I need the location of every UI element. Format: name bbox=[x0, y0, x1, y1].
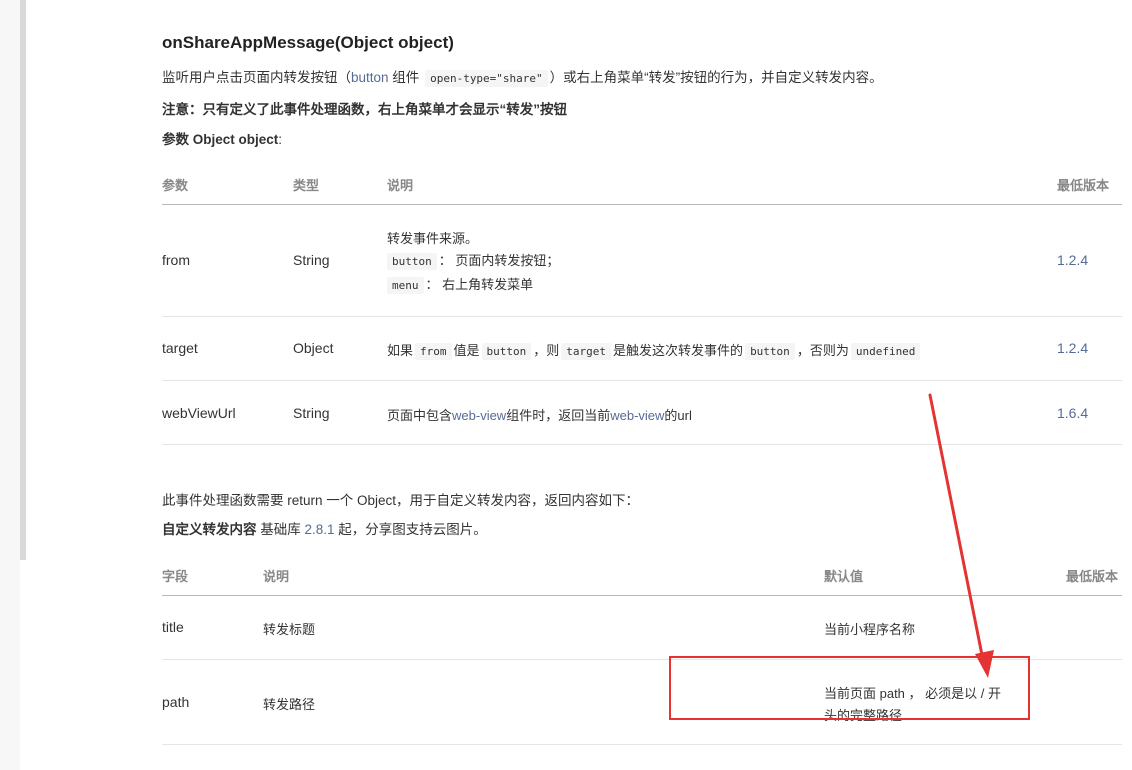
web-view-link[interactable]: web-view bbox=[610, 408, 664, 423]
inline-code: undefined bbox=[850, 343, 921, 360]
col-header-field: 字段 bbox=[162, 569, 189, 584]
custom-share-text: 起，分享图支持云图片。 bbox=[334, 522, 487, 537]
param-version: 1.2.4 bbox=[1057, 252, 1089, 268]
table-header-divider bbox=[162, 595, 1122, 596]
custom-share-paragraph: 自定义转发内容 基础库 2.8.1 起，分享图支持云图片。 bbox=[162, 518, 487, 538]
intro-text: 组件 bbox=[388, 70, 420, 85]
method-title: onShareAppMessage(Object object) bbox=[162, 33, 454, 52]
open-type-code: open-type="share" bbox=[425, 70, 548, 87]
col-header-type: 类型 bbox=[293, 178, 320, 193]
inline-code: menu bbox=[387, 277, 424, 294]
col-header-desc: 说明 bbox=[263, 569, 290, 584]
param-version: 1.2.4 bbox=[1057, 340, 1089, 356]
param-desc-line: 转发事件来源。 bbox=[387, 231, 479, 246]
param-desc: 如果 from 值是 button ，则 target 是触发这次转发事件的 button ，否… bbox=[387, 340, 922, 360]
row-divider bbox=[162, 744, 1122, 745]
field-name: title bbox=[162, 619, 184, 635]
intro-text: 监听用户点击页面内转发按钮（ bbox=[162, 70, 351, 85]
field-desc: 转发路径 bbox=[263, 697, 316, 712]
inline-code: button bbox=[387, 253, 437, 270]
col-header-version: 最低版本 bbox=[1057, 178, 1110, 193]
inline-code: from bbox=[415, 343, 452, 360]
param-desc-text: ： 页面内转发按钮； bbox=[438, 253, 560, 268]
custom-share-label: 自定义转发内容 bbox=[162, 522, 257, 537]
params-heading-colon: : bbox=[278, 132, 283, 147]
field-default: 当前小程序名称 bbox=[824, 622, 916, 637]
params-heading-label: 参数 Object object bbox=[162, 132, 279, 147]
field-desc: 转发标题 bbox=[263, 622, 316, 637]
param-type: String bbox=[293, 405, 330, 421]
param-desc-text: 页面中包含 bbox=[387, 408, 453, 423]
param-desc: 页面中包含web-view组件时，返回当前web-view的url bbox=[387, 405, 692, 424]
param-name: from bbox=[162, 252, 190, 268]
annotation-arrow-shaft bbox=[928, 393, 985, 662]
param-name: webViewUrl bbox=[162, 405, 236, 421]
inline-code: target bbox=[561, 343, 612, 360]
button-component-link[interactable]: button bbox=[351, 70, 389, 85]
param-desc-text: ，则 bbox=[533, 343, 560, 358]
intro-paragraph: 监听用户点击页面内转发按钮（button 组件 open-type="share… bbox=[162, 66, 883, 87]
col-header-version: 最低版本 bbox=[1066, 569, 1119, 584]
row-divider bbox=[162, 316, 1122, 317]
param-desc-text: 值是 bbox=[453, 343, 480, 358]
param-desc-text: ，否则为 bbox=[796, 343, 849, 358]
return-paragraph: 此事件处理函数需要 return 一个 Object，用于自定义转发内容，返回内… bbox=[162, 493, 640, 508]
params-heading: 参数 Object object: bbox=[162, 128, 282, 148]
table-header-divider bbox=[162, 204, 1122, 205]
annotation-highlight-box bbox=[669, 656, 1030, 720]
param-name: target bbox=[162, 340, 198, 356]
param-type: String bbox=[293, 252, 330, 268]
row-divider bbox=[162, 444, 1122, 445]
param-desc-line: button： 页面内转发按钮； bbox=[387, 250, 560, 270]
param-desc-text: 的url bbox=[664, 408, 692, 423]
web-view-link[interactable]: web-view bbox=[452, 408, 506, 423]
param-version: 1.6.4 bbox=[1057, 405, 1089, 421]
left-gutter bbox=[0, 0, 20, 770]
param-desc-text: 是触发这次转发事件的 bbox=[613, 343, 744, 358]
col-header-default: 默认值 bbox=[824, 569, 864, 584]
param-desc-text: ： 右上角转发菜单 bbox=[425, 277, 534, 292]
col-header-param: 参数 bbox=[162, 178, 189, 193]
param-desc-line: menu： 右上角转发菜单 bbox=[387, 274, 534, 294]
param-type: Object bbox=[293, 340, 334, 356]
param-desc-text: 组件时，返回当前 bbox=[506, 408, 611, 423]
note-paragraph: 注意：只有定义了此事件处理函数，右上角菜单才会显示“转发”按钮 bbox=[162, 102, 567, 117]
custom-share-text: 基础库 bbox=[256, 522, 305, 537]
param-desc-text: 如果 bbox=[387, 343, 414, 358]
base-lib-version-link[interactable]: 2.8.1 bbox=[305, 522, 335, 537]
inline-code: button bbox=[745, 343, 795, 360]
field-name: path bbox=[162, 694, 190, 710]
scrollbar[interactable] bbox=[20, 0, 26, 560]
inline-code: button bbox=[481, 343, 532, 360]
col-header-desc: 说明 bbox=[387, 178, 414, 193]
intro-text: ）或右上角菜单“转发”按钮的行为，并自定义转发内容。 bbox=[549, 70, 883, 85]
row-divider bbox=[162, 380, 1122, 381]
